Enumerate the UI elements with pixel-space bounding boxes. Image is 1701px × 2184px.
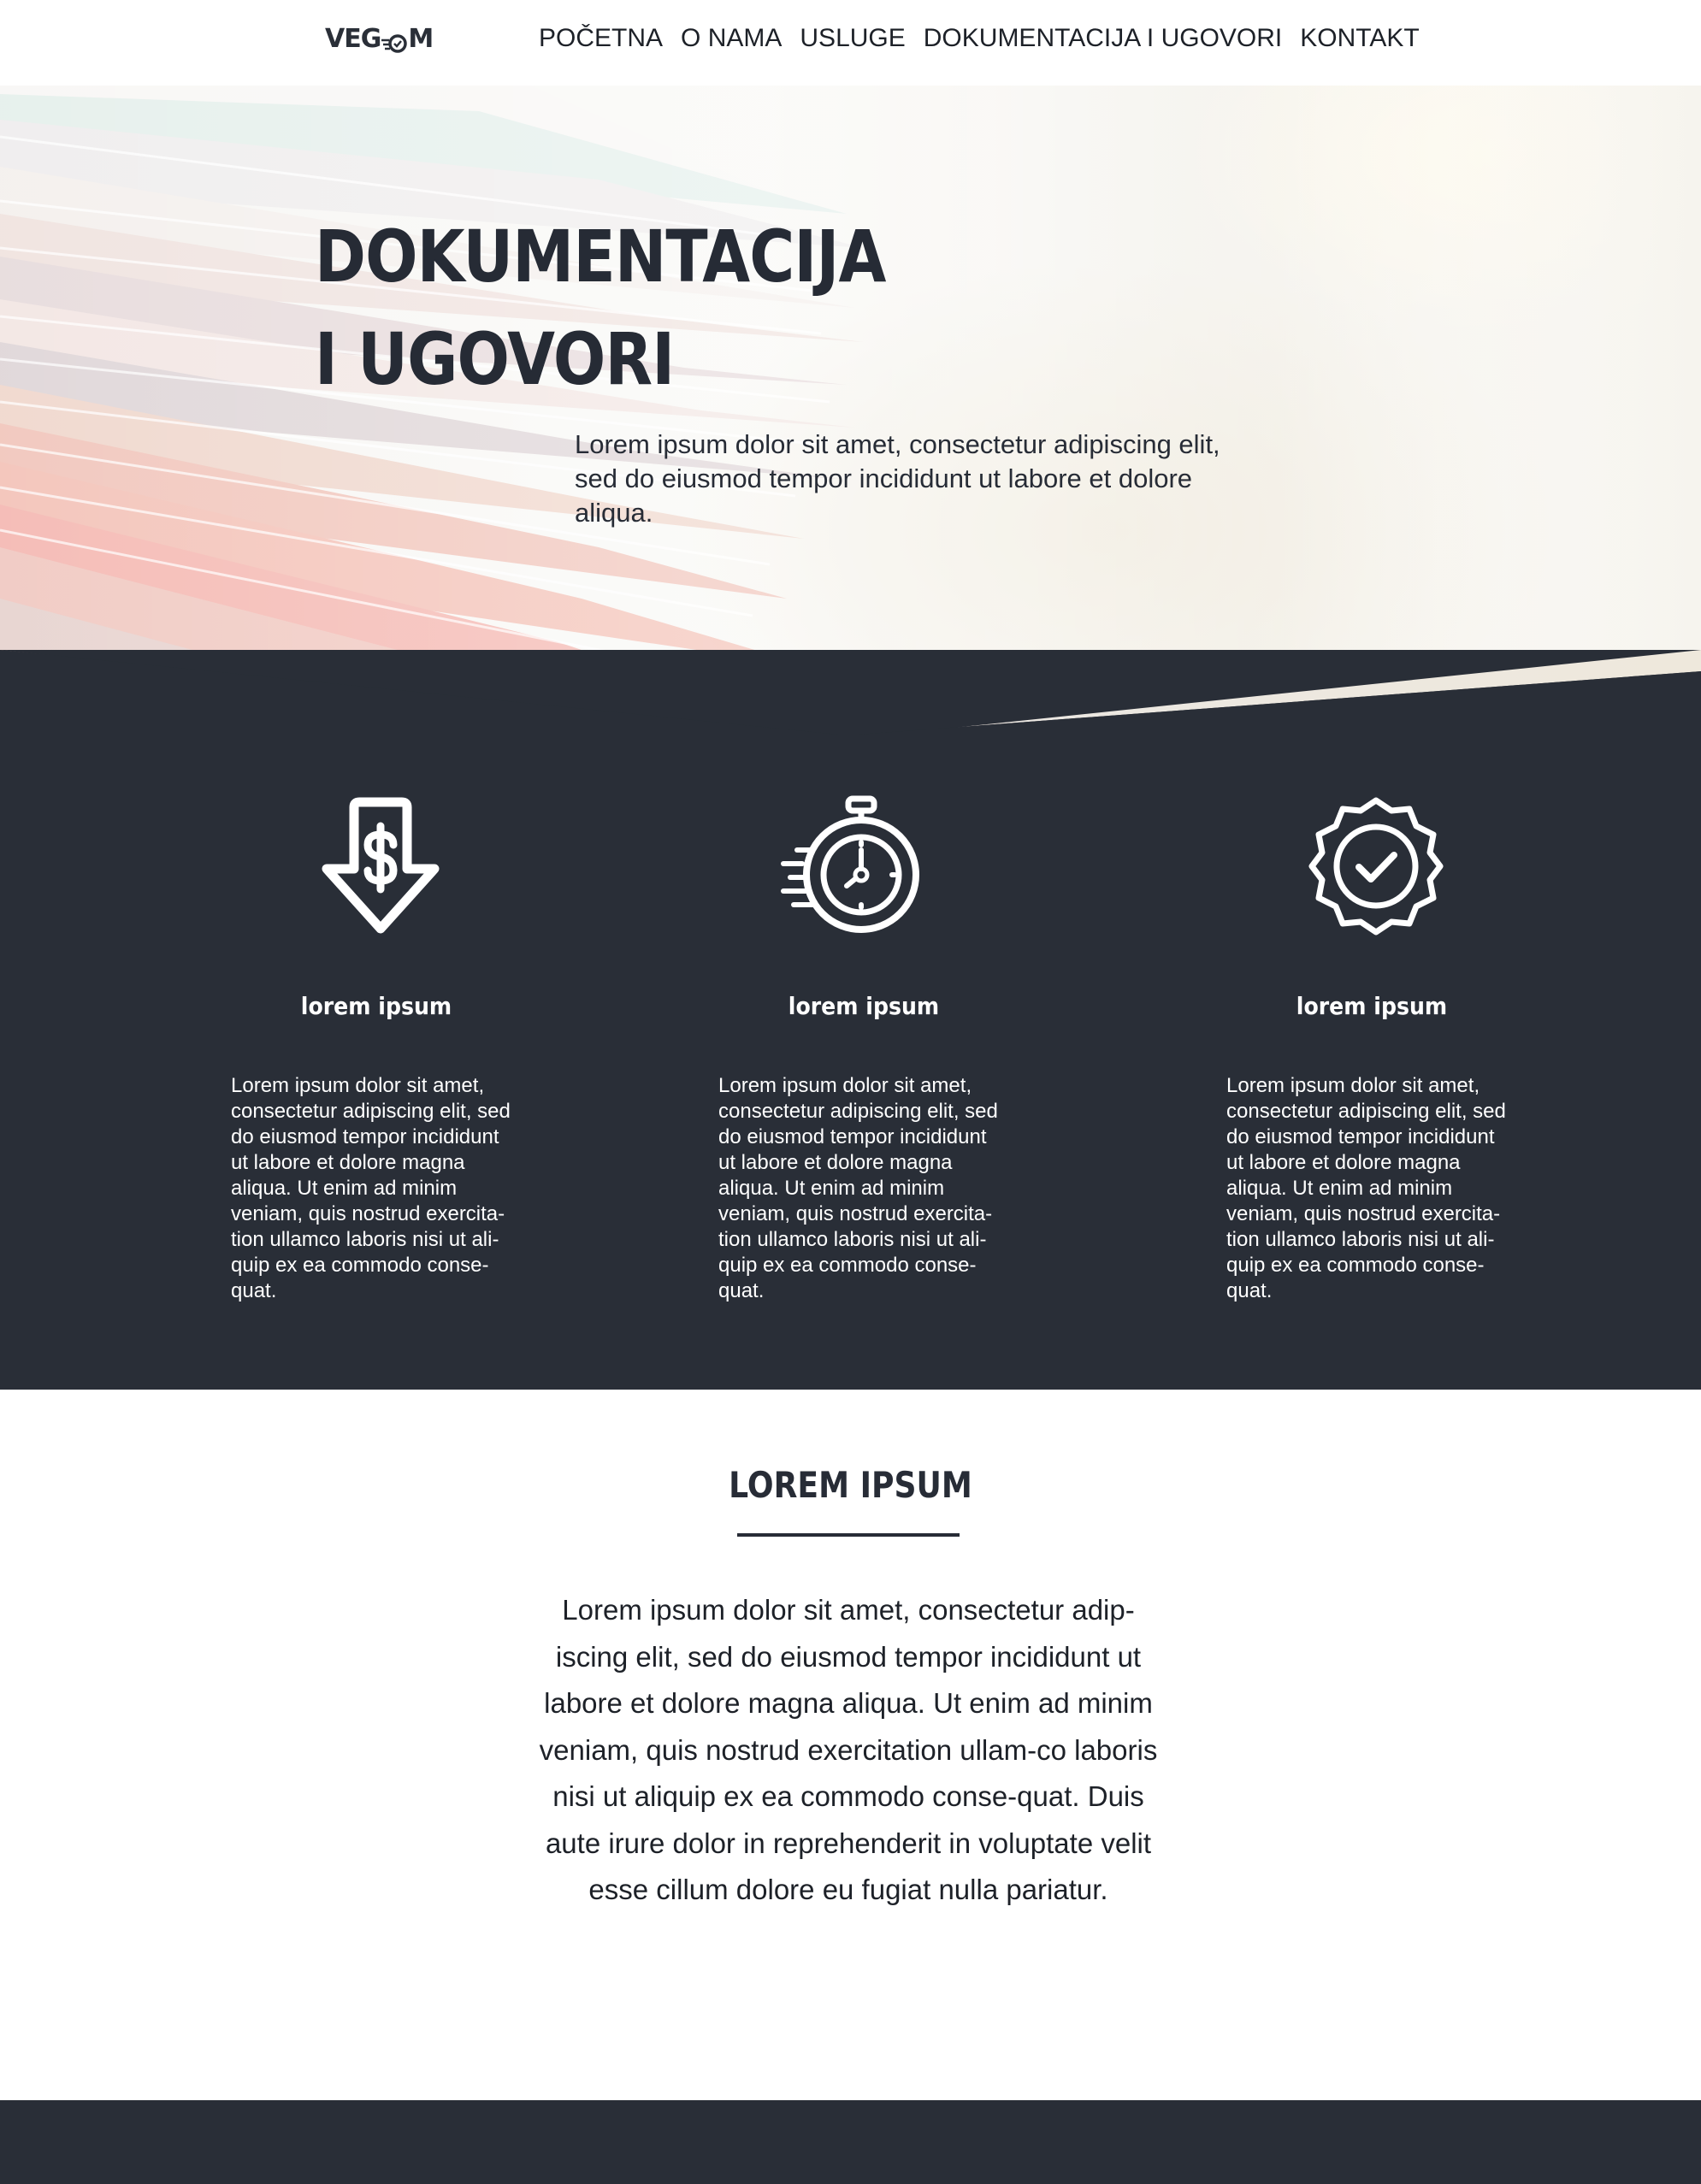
check-badge-icon bbox=[1305, 795, 1447, 937]
page-title-line-1: DOKUMENTACIJA bbox=[315, 215, 886, 298]
nav-item-kontakt[interactable]: KONTAKT bbox=[1300, 24, 1419, 53]
feature-title-2: lorem ipsum bbox=[788, 992, 940, 1020]
logo-text-left: VEG bbox=[325, 24, 381, 54]
page-title-line-2: I UGOVORI bbox=[315, 317, 675, 401]
logo-text-right: M bbox=[408, 24, 434, 54]
feature-title-3: lorem ipsum bbox=[1296, 992, 1448, 1020]
logo-mark-icon bbox=[381, 30, 408, 53]
stopwatch-icon bbox=[780, 795, 922, 937]
footer bbox=[0, 2100, 1701, 2184]
main-menu: POČETNA O NAMA USLUGE DOKUMENTACIJA I UG… bbox=[539, 24, 1420, 53]
section-title-underline bbox=[737, 1533, 960, 1537]
dollar-down-arrow-icon bbox=[310, 795, 452, 937]
nav-item-pocetna[interactable]: POČETNA bbox=[539, 24, 663, 53]
section-title: LOREM IPSUM bbox=[0, 1464, 1701, 1506]
feature-title-1: lorem ipsum bbox=[300, 992, 452, 1020]
feature-text-3: Lorem ipsum dolor sit amet, consectetur … bbox=[1226, 1074, 1506, 1302]
nav-item-dokumentacija[interactable]: DOKUMENTACIJA I UGOVORI bbox=[924, 24, 1283, 53]
hero-bottom-shape bbox=[0, 650, 1701, 739]
section-body-text: Lorem ipsum dolor sit amet, consectetur … bbox=[539, 1594, 1158, 1905]
hero-overlay bbox=[0, 86, 1701, 735]
section-title-text: LOREM IPSUM bbox=[729, 1464, 972, 1506]
page-title: DOKUMENTACIJA I UGOVORI bbox=[315, 205, 886, 410]
hero-section: DOKUMENTACIJA I UGOVORI Lorem ipsum dolo… bbox=[0, 86, 1701, 735]
nav-item-usluge[interactable]: USLUGE bbox=[800, 24, 905, 53]
feature-text-2: Lorem ipsum dolor sit amet, consectetur … bbox=[718, 1074, 998, 1302]
nav-item-o-nama[interactable]: O NAMA bbox=[681, 24, 782, 53]
logo[interactable]: VEG M bbox=[325, 24, 434, 54]
feature-text-1: Lorem ipsum dolor sit amet, consectetur … bbox=[231, 1074, 511, 1302]
hero-description: Lorem ipsum dolor sit amet, consectetur … bbox=[575, 429, 1220, 528]
top-navigation: VEG M POČETNA O NAMA USLUGE DOKUMENTACIJ… bbox=[0, 0, 1701, 86]
